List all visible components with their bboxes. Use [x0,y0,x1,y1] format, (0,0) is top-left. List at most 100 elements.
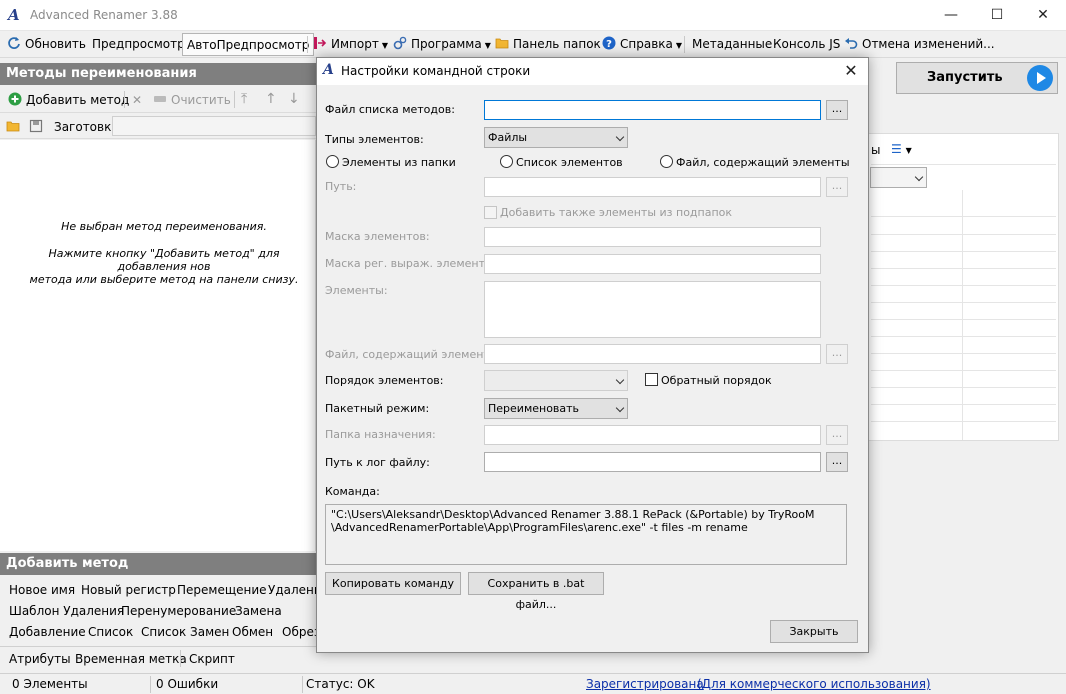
command-text[interactable]: "C:\Users\Aleksandr\Desktop\Advanced Ren… [325,504,847,565]
include-subfolders-checkbox[interactable] [484,206,497,219]
item-mask-input[interactable] [484,227,821,247]
folders-panel-button[interactable]: Панель папок [495,35,601,54]
chevron-down-icon: ▼ [484,41,491,50]
reverse-order-checkbox[interactable] [645,373,658,386]
method-add[interactable]: Добавление [9,625,86,639]
regex-mask-input[interactable] [484,254,821,274]
undo-button[interactable]: Отмена изменений... [844,35,995,54]
items-textarea[interactable] [484,281,821,338]
commercial-use-link[interactable]: (Для коммерческого использования) [697,677,931,691]
radio-items-from-folder[interactable] [326,155,339,168]
method-swap[interactable]: Обмен [232,625,273,639]
log-path-browse-button[interactable]: ... [826,452,848,472]
refresh-button[interactable]: Обновить [7,35,86,54]
column-select[interactable] [870,167,927,188]
grid-row-line [871,319,1056,320]
errors-count: 0 Ошибки [156,677,219,691]
eraser-icon [154,96,166,102]
items-file-label: Файл, содержащий элементы: [325,348,503,361]
presets-select[interactable] [112,116,316,136]
window-title: Advanced Renamer 3.88 [30,8,178,22]
title-bar: A Advanced Renamer 3.88 — ☐ ✕ [0,0,1066,31]
registered-link[interactable]: Зарегистрирована [586,677,704,691]
folder-icon [495,38,509,49]
method-list[interactable]: Список [88,625,133,639]
open-preset-button[interactable] [6,118,24,137]
log-path-input[interactable] [484,452,821,472]
method-new-name[interactable]: Новое имя [9,583,75,597]
move-top-icon[interactable]: ⤒ [241,90,247,109]
path-input[interactable] [484,177,821,197]
program-menu-button[interactable]: Программа ▼ [393,35,491,54]
add-method-hint: Нажмите кнопку "Добавить метод" для доба… [29,247,299,286]
item-order-select[interactable] [484,370,628,391]
status-text: Статус: OK [306,677,375,691]
dest-folder-browse-button[interactable]: ... [826,425,848,445]
play-icon [1027,65,1053,91]
method-remove[interactable]: Удалени [268,583,322,597]
chevron-down-icon [914,172,924,182]
radio-file-with-items[interactable] [660,155,673,168]
batch-mode-select[interactable]: Переименовать [484,398,628,419]
method-timestamp[interactable]: Временная метка [75,652,187,666]
log-path-label: Путь к лог файлу: [325,456,430,469]
method-list-file-browse-button[interactable]: ... [826,100,848,120]
radio-item-list[interactable] [500,155,513,168]
path-label: Путь: [325,180,357,193]
toolbar-divider [307,36,308,53]
auto-preview-toggle[interactable]: АвтоПредпросмотр [182,33,315,56]
chevron-down-icon [615,132,625,142]
preview-button[interactable]: Предпросмотр [92,35,185,54]
maximize-button[interactable]: ☐ [974,0,1020,31]
clear-button[interactable]: Очистить [153,91,231,110]
elements-count: 0 Элементы [12,677,88,691]
minimize-button[interactable]: — [928,0,974,31]
add-method-button[interactable]: Добавить метод [8,91,129,110]
item-types-select[interactable]: Файлы [484,127,628,148]
close-window-button[interactable]: ✕ [1020,0,1066,31]
method-renumber[interactable]: Перенумерование [121,604,236,618]
dest-folder-label: Папка назначения: [325,428,436,441]
method-replace[interactable]: Замена [235,604,282,618]
undo-label: Отмена изменений... [862,37,995,51]
move-up-icon[interactable]: ↑ [265,90,277,109]
radio-file-with-items-label: Файл, содержащий элементы [676,156,850,169]
run-button[interactable]: Запустить [896,62,1058,94]
dest-folder-input[interactable] [484,425,821,445]
items-file-browse-button[interactable]: ... [826,344,848,364]
method-attributes[interactable]: Атрибуты [9,652,71,666]
js-console-button[interactable]: Консоль JS [773,35,840,54]
toolbar-divider [684,36,685,53]
method-list-file-input[interactable] [484,100,821,120]
path-browse-button[interactable]: ... [826,177,848,197]
radio-items-from-folder-label: Элементы из папки [342,156,456,169]
method-script[interactable]: Скрипт [189,652,235,666]
list-view-icon[interactable]: ☰ ▼ [891,142,912,156]
delete-method-button[interactable]: ✕ [132,91,142,110]
method-list-replace[interactable]: Список Замен [141,625,229,639]
close-dialog-button[interactable]: Закрыть [770,620,858,643]
regex-mask-label: Маска рег. выраж. элементов: [325,257,502,270]
save-preset-button[interactable] [29,118,47,137]
add-icon [8,92,22,106]
grid-row-line [871,302,1056,303]
method-remove-pattern[interactable]: Шаблон Удаления [9,604,124,618]
method-new-case[interactable]: Новый регистр [81,583,176,597]
method-move[interactable]: Перемещение [177,583,267,597]
column-divider [962,190,963,440]
help-icon: ? [602,36,616,50]
folder-icon [6,121,20,132]
method-trim[interactable]: Обрез [282,625,320,639]
help-menu-button[interactable]: ? Справка ▼ [602,35,682,54]
save-icon [29,119,43,133]
chevron-down-icon: ▼ [675,41,683,50]
method-list-file-label: Файл списка методов: [325,103,455,116]
import-menu-button[interactable]: Импорт ▼ [313,35,388,54]
dialog-close-icon[interactable]: ✕ [840,60,862,82]
copy-command-button[interactable]: Копировать команду [325,572,461,595]
save-bat-button[interactable]: Сохранить в .bat файл... [468,572,604,611]
move-down-icon[interactable]: ↓ [288,90,300,109]
items-file-input[interactable] [484,344,821,364]
metadata-button[interactable]: Метаданные [692,35,772,54]
status-bar: 0 Элементы 0 Ошибки Статус: OK Зарегистр… [0,673,1066,694]
